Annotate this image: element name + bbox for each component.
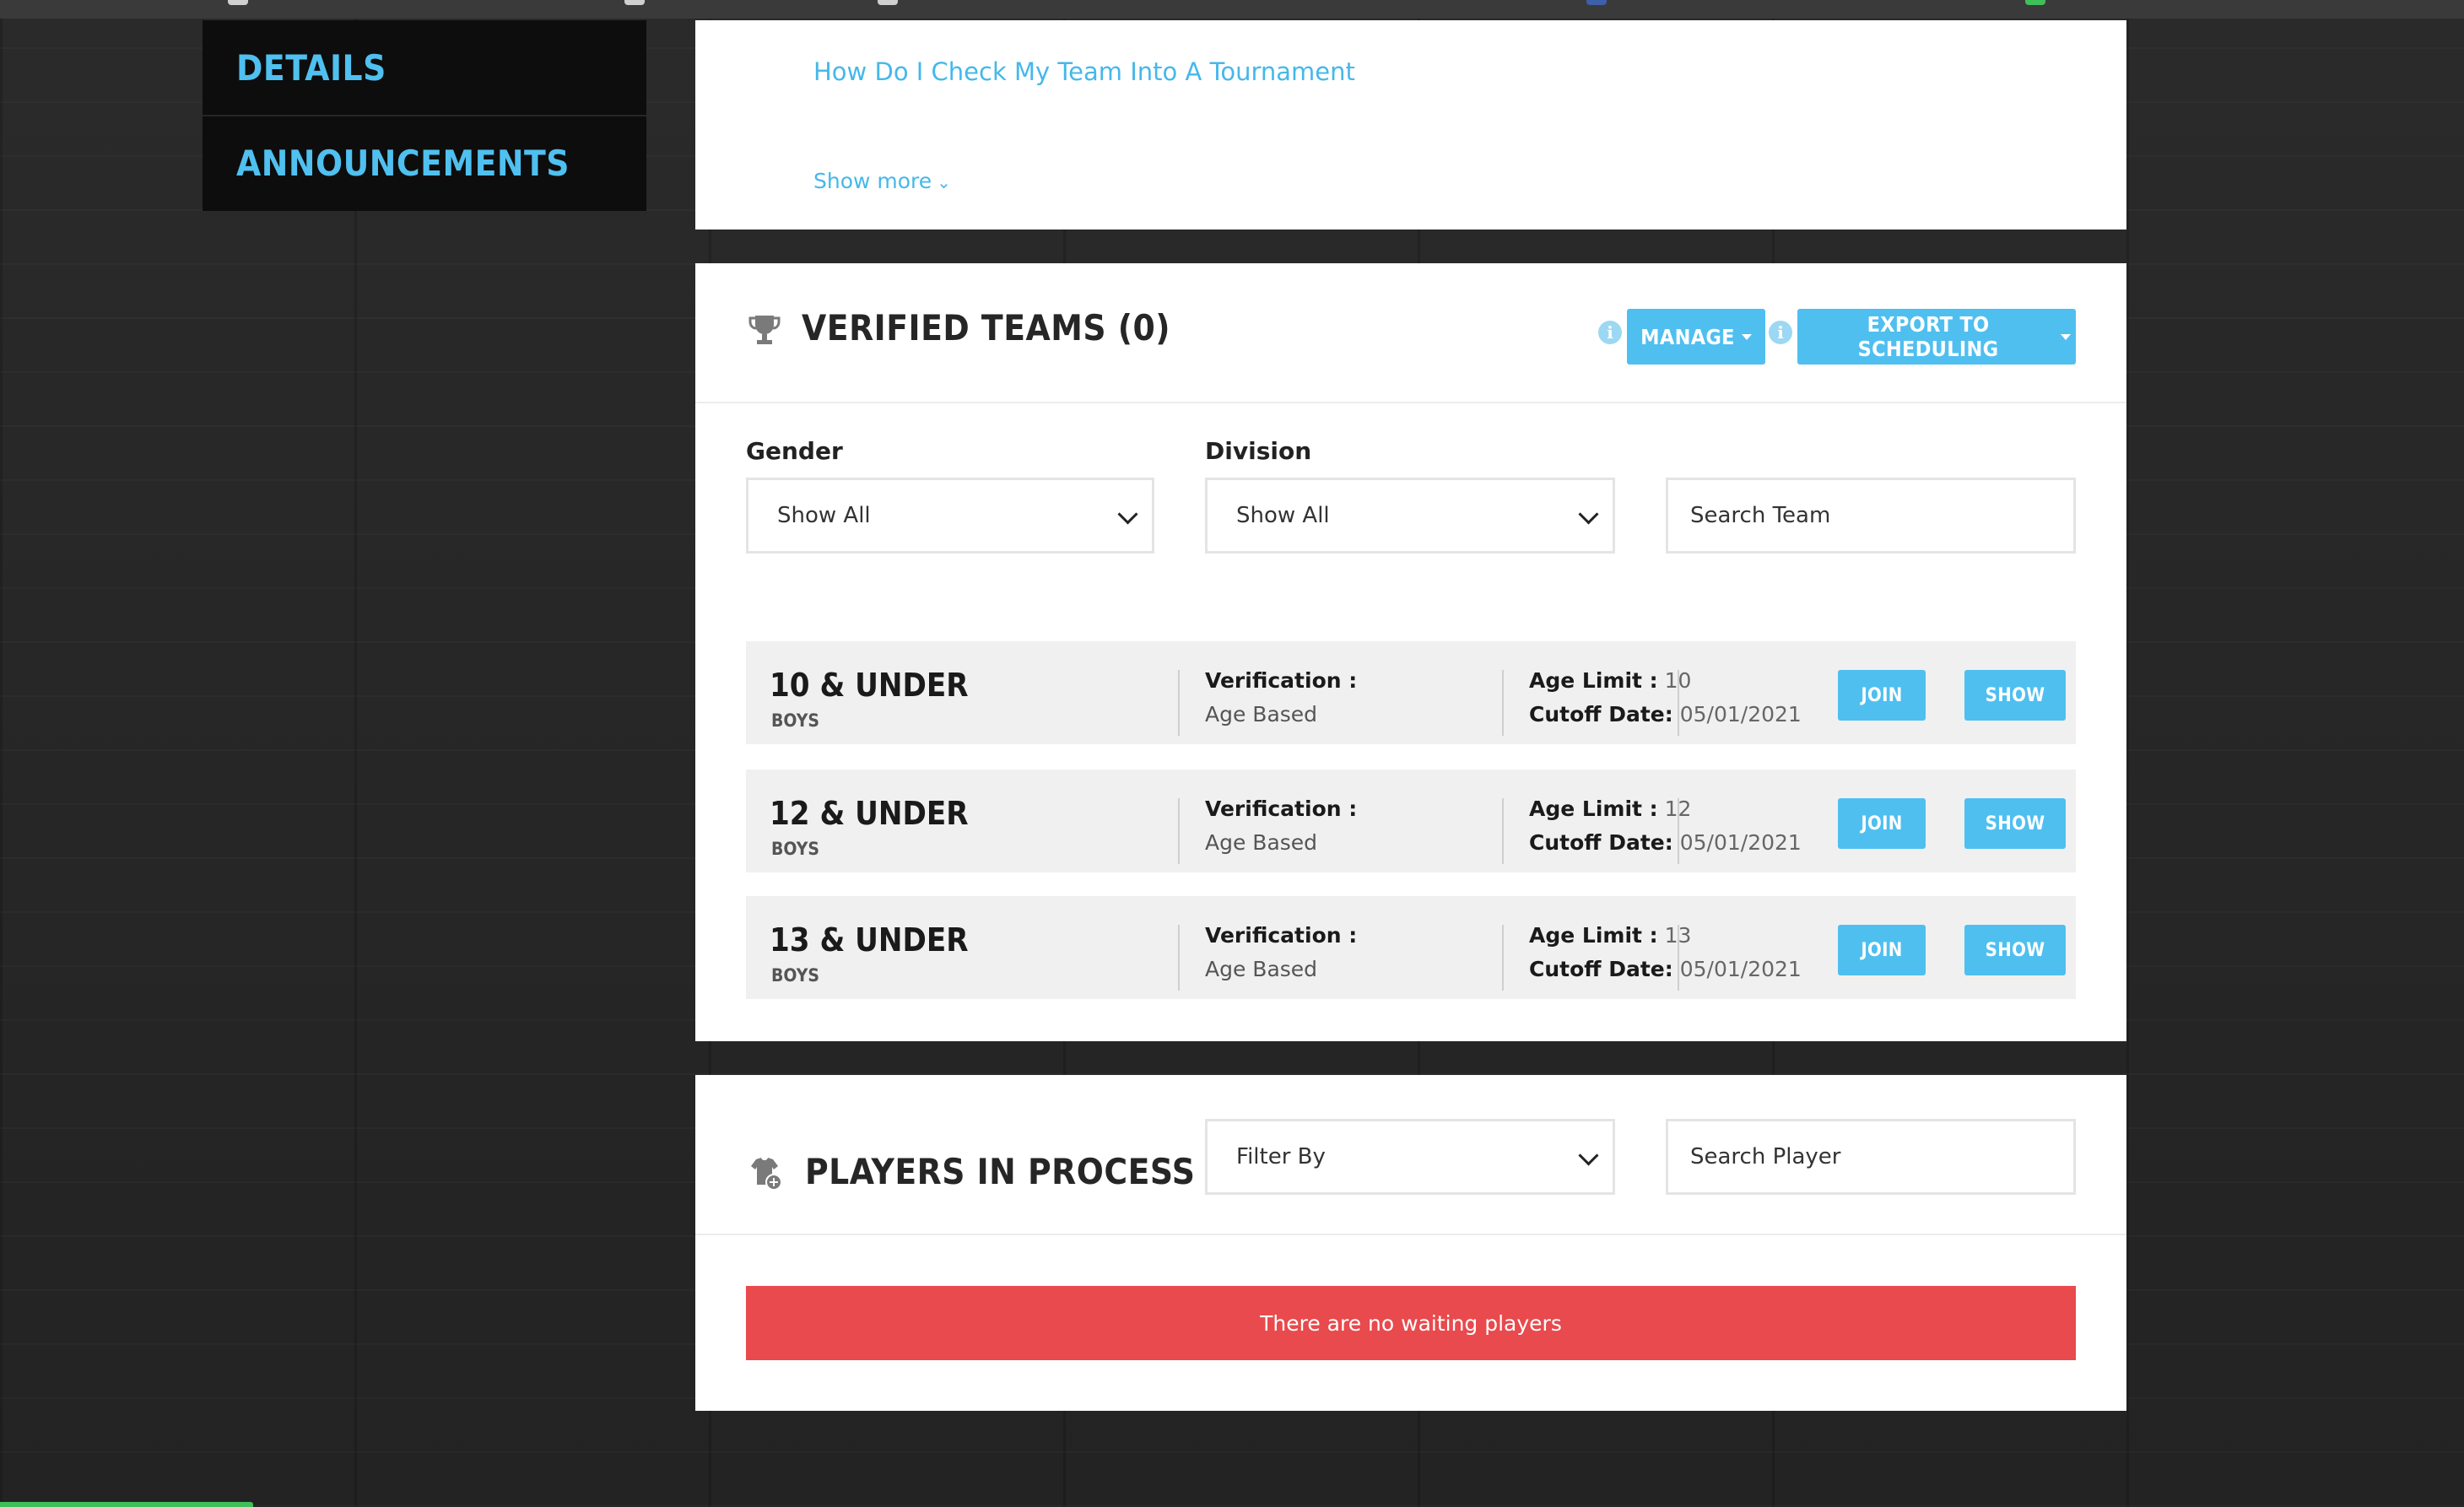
export-button-label: EXPORT TO SCHEDULING — [1857, 312, 1999, 361]
chevron-down-icon — [1578, 1145, 1599, 1166]
verification-value: Age Based — [1205, 702, 1318, 726]
chevron-down-icon — [1578, 504, 1599, 525]
join-button[interactable]: JOIN — [1838, 925, 1926, 975]
show-more-label: Show more — [813, 169, 932, 193]
join-button[interactable]: JOIN — [1838, 670, 1926, 721]
verified-teams-header: VERIFIED TEAMS (0) i MANAGE i EXPORT TO … — [695, 263, 2126, 403]
show-button[interactable]: SHOW — [1964, 798, 2066, 849]
division-row: 13 & UNDER BOYS Verification : Age Based… — [746, 896, 2076, 999]
cutoff-date-label: Cutoff Date: — [1529, 702, 1673, 726]
side-navigation: DETAILS ANNOUNCEMENTS — [203, 20, 646, 211]
export-to-scheduling-button[interactable]: EXPORT TO SCHEDULING — [1797, 309, 2076, 365]
manage-button[interactable]: MANAGE — [1627, 309, 1765, 365]
search-team-input[interactable]: Search Team — [1666, 478, 2076, 554]
gender-select[interactable]: Show All — [746, 478, 1154, 554]
cutoff-date-value: 05/01/2021 — [1679, 702, 1802, 726]
cutoff-date: Cutoff Date: 05/01/2021 — [1529, 830, 1802, 855]
top-bar-glyph — [624, 0, 645, 5]
verified-teams-title: VERIFIED TEAMS (0) — [802, 307, 1171, 348]
gender-label: Gender — [746, 437, 843, 465]
sidebar-item-details[interactable]: DETAILS — [203, 20, 646, 115]
age-limit-label: Age Limit : — [1529, 797, 1658, 821]
faq-card: How Do I Check My Team Into A Tournament… — [695, 20, 2126, 230]
export-info-icon[interactable]: i — [1769, 321, 1792, 344]
verification-label: Verification : — [1205, 668, 1358, 693]
row-divider — [1678, 925, 1679, 991]
manage-button-label: MANAGE — [1640, 324, 1735, 349]
players-in-process-card: PLAYERS IN PROCESS (0) Filter By Search … — [695, 1075, 2126, 1411]
cutoff-date-value: 05/01/2021 — [1679, 830, 1802, 855]
search-team-placeholder: Search Team — [1690, 503, 1831, 528]
top-bar-glyph — [878, 0, 898, 5]
cutoff-date-label: Cutoff Date: — [1529, 830, 1673, 855]
top-bar-glyph — [1586, 0, 1607, 5]
division-select[interactable]: Show All — [1205, 478, 1615, 554]
chevron-down-icon — [1117, 504, 1138, 525]
cutoff-date: Cutoff Date: 05/01/2021 — [1529, 702, 1802, 726]
division-row: 12 & UNDER BOYS Verification : Age Based… — [746, 770, 2076, 872]
verification-label: Verification : — [1205, 797, 1358, 821]
verification-value: Age Based — [1205, 957, 1318, 981]
age-limit: Age Limit : 10 — [1529, 668, 1691, 693]
row-divider — [1678, 670, 1679, 736]
caret-down-icon — [2061, 333, 2071, 340]
no-waiting-players-alert: There are no waiting players — [746, 1286, 2076, 1360]
trophy-icon — [748, 316, 781, 344]
cutoff-date: Cutoff Date: 05/01/2021 — [1529, 957, 1802, 981]
search-player-input[interactable]: Search Player — [1666, 1119, 2076, 1195]
division-name: 13 & UNDER — [770, 921, 969, 959]
browser-top-bar — [0, 0, 2464, 19]
division-gender: BOYS — [771, 839, 819, 859]
verified-teams-card: VERIFIED TEAMS (0) i MANAGE i EXPORT TO … — [695, 263, 2126, 1041]
row-divider — [1502, 798, 1504, 864]
top-bar-glyph — [2025, 0, 2045, 5]
page-load-progress-bar — [0, 1502, 253, 1507]
age-limit: Age Limit : 13 — [1529, 923, 1691, 948]
division-gender: BOYS — [771, 710, 819, 731]
jersey-add-icon — [751, 1158, 782, 1191]
division-row: 10 & UNDER BOYS Verification : Age Based… — [746, 641, 2076, 744]
caret-down-icon — [1741, 333, 1752, 340]
verification-value: Age Based — [1205, 830, 1318, 855]
age-limit-label: Age Limit : — [1529, 923, 1658, 948]
sidebar-item-announcements[interactable]: ANNOUNCEMENTS — [203, 115, 646, 209]
cutoff-date-value: 05/01/2021 — [1679, 957, 1802, 981]
age-limit: Age Limit : 12 — [1529, 797, 1691, 821]
show-more-link[interactable]: Show more ⌄ — [813, 169, 951, 193]
age-limit-label: Age Limit : — [1529, 668, 1658, 693]
players-header: PLAYERS IN PROCESS (0) Filter By Search … — [695, 1075, 2126, 1235]
join-button[interactable]: JOIN — [1838, 798, 1926, 849]
gender-select-value: Show All — [777, 503, 871, 528]
row-divider — [1178, 798, 1180, 864]
chevron-down-icon: ⌄ — [937, 172, 951, 192]
row-divider — [1678, 798, 1679, 864]
players-title: PLAYERS IN PROCESS (0) — [805, 1151, 1260, 1192]
division-label: Division — [1205, 437, 1312, 465]
division-name: 10 & UNDER — [770, 667, 969, 704]
manage-info-icon[interactable]: i — [1598, 321, 1622, 344]
row-divider — [1502, 925, 1504, 991]
players-filter-select[interactable]: Filter By — [1205, 1119, 1615, 1195]
show-button[interactable]: SHOW — [1964, 925, 2066, 975]
division-name: 12 & UNDER — [770, 795, 969, 832]
verification-label: Verification : — [1205, 923, 1358, 948]
division-gender: BOYS — [771, 965, 819, 986]
cutoff-date-label: Cutoff Date: — [1529, 957, 1673, 981]
row-divider — [1178, 925, 1180, 991]
faq-link-check-in[interactable]: How Do I Check My Team Into A Tournament — [813, 57, 1355, 86]
division-select-value: Show All — [1236, 503, 1330, 528]
row-divider — [1502, 670, 1504, 736]
search-player-placeholder: Search Player — [1690, 1144, 1841, 1169]
show-button[interactable]: SHOW — [1964, 670, 2066, 721]
players-filter-value: Filter By — [1236, 1144, 1326, 1169]
row-divider — [1178, 670, 1180, 736]
top-bar-glyph — [228, 0, 248, 5]
